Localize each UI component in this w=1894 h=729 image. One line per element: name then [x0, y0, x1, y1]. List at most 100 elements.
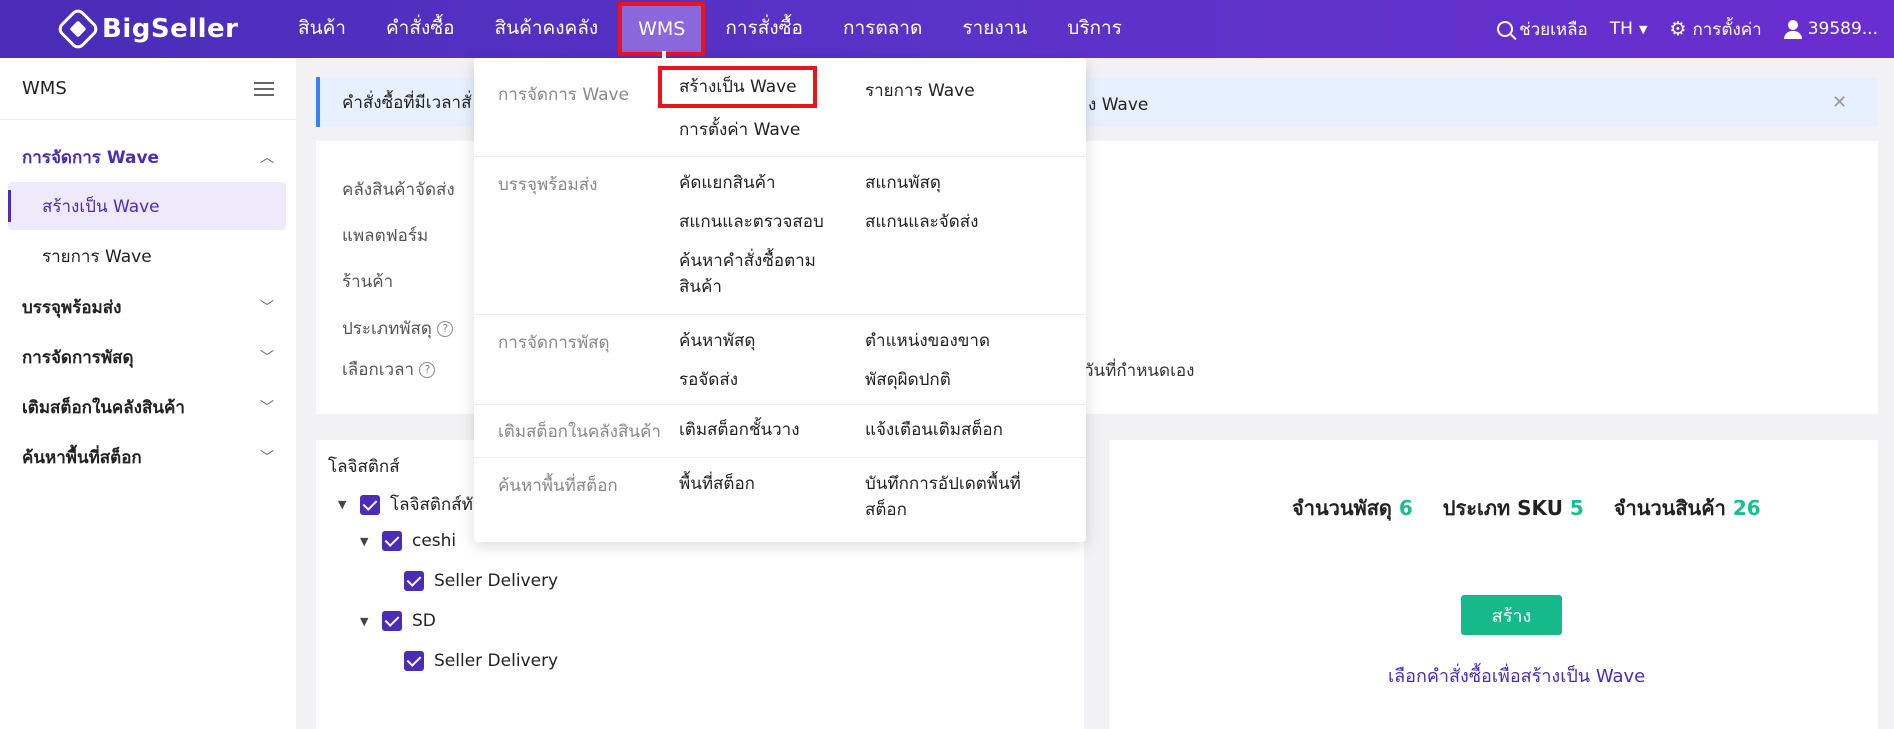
- create-hint-link[interactable]: เลือกคำสั่งซื้อเพื่อสร้างเป็น Wave: [1388, 661, 1645, 690]
- caret-down-icon[interactable]: ▼: [360, 615, 372, 628]
- summary-stats: จำนวนพัสดุ 6 ประเภท SKU 5 จำนวนสินค้า 26: [1292, 492, 1761, 524]
- settings-label: การตั้งค่า: [1692, 19, 1762, 40]
- nav-inventory[interactable]: สินค้าคงคลัง: [475, 0, 619, 58]
- dropdown-link-stock-area-log[interactable]: บันทึกการอัปเดตพื้นที่: [865, 471, 1021, 497]
- sidebar-group-replenish[interactable]: เติมสต็อกในคลังสินค้า ﹀: [0, 382, 296, 432]
- filter-warehouse-label: คลังสินค้าจัดส่ง: [342, 180, 455, 200]
- nav-products[interactable]: สินค้า: [278, 0, 366, 58]
- close-icon[interactable]: ✕: [1832, 92, 1847, 113]
- user-menu[interactable]: 39589...: [1783, 19, 1878, 39]
- dropdown-category: บรรจุพร้อมส่ง: [498, 175, 598, 195]
- user-name: 39589...: [1807, 19, 1878, 39]
- caret-down-icon[interactable]: ▼: [360, 535, 372, 548]
- help-icon[interactable]: ?: [437, 321, 454, 337]
- dropdown-link-create-wave[interactable]: สร้างเป็น Wave: [658, 66, 817, 108]
- dropdown-link-wave-settings[interactable]: การตั้งค่า Wave: [679, 117, 800, 143]
- dropdown-section-replenish: เติมสต็อกในคลังสินค้า เติมสต็อกชั้นวาง แ…: [474, 404, 1086, 457]
- sidebar-group-parcels[interactable]: การจัดการพัสดุ ﹀: [0, 332, 296, 382]
- help-icon[interactable]: ?: [419, 362, 436, 378]
- sidebar-group-label: เติมสต็อกในคลังสินค้า: [22, 397, 185, 418]
- filter-platform-label: แพลตฟอร์ม: [342, 226, 429, 246]
- create-button[interactable]: สร้าง: [1461, 595, 1562, 635]
- tree-node-service[interactable]: Seller Delivery: [404, 651, 558, 671]
- dropdown-link-abnormal-parcel[interactable]: พัสดุผิดปกติ: [865, 367, 951, 393]
- dropdown-link-scan-parcel[interactable]: สแกนพัสดุ: [865, 170, 941, 196]
- dropdown-link-missing-location[interactable]: ตำแหน่งของขาด: [865, 328, 990, 354]
- chevron-down-icon: ﹀: [260, 450, 274, 466]
- wms-dropdown-menu: การจัดการ Wave สร้างเป็น Wave รายการ Wav…: [474, 58, 1086, 542]
- tree-node-carrier[interactable]: ▼ ceshi: [360, 531, 456, 551]
- nav-marketing[interactable]: การตลาด: [823, 0, 942, 58]
- alert-text: คำสั่งซื้อที่มีเวลาสั่: [342, 92, 472, 113]
- stat-sku: ประเภท SKU 5: [1443, 492, 1584, 524]
- dropdown-link-wave-list[interactable]: รายการ Wave: [865, 78, 975, 104]
- filter-parcel-type: ประเภทพัสดุ ?: [342, 315, 454, 342]
- filter-shop-label: ร้านค้า: [342, 272, 394, 292]
- checkbox-checked[interactable]: [404, 571, 424, 591]
- settings-link[interactable]: ⚙ การตั้งค่า: [1669, 16, 1761, 43]
- tree-node-carrier[interactable]: ▼ SD: [360, 611, 436, 631]
- dropdown-link-stock-area[interactable]: พื้นที่สต็อก: [679, 471, 755, 497]
- checkbox-checked[interactable]: [382, 611, 402, 631]
- top-navbar: BigSeller สินค้า คำสั่งซื้อ สินค้าคงคลัง…: [0, 0, 1894, 59]
- dropdown-link-scan-ship[interactable]: สแกนและจัดส่ง: [865, 209, 978, 235]
- nav-services[interactable]: บริการ: [1047, 0, 1142, 58]
- dropdown-link-replenish-alert[interactable]: แจ้งเตือนเติมสต็อก: [865, 417, 1003, 443]
- checkbox-checked[interactable]: [404, 651, 424, 671]
- checkbox-checked[interactable]: [382, 531, 402, 551]
- stat-label: จำนวนพัสดุ: [1292, 496, 1392, 520]
- dropdown-link-search-order-cont[interactable]: สินค้า: [679, 274, 722, 300]
- brand-name: BigSeller: [102, 14, 239, 44]
- stat-qty: จำนวนสินค้า 26: [1614, 492, 1761, 524]
- nav-purchase[interactable]: การสั่งซื้อ: [705, 0, 823, 58]
- nav-orders[interactable]: คำสั่งซื้อ: [366, 0, 475, 58]
- dropdown-section-stock-area: ค้นหาพื้นที่สต็อก พื้นที่สต็อก บันทึกการ…: [474, 457, 1086, 542]
- dropdown-link-shelf-replenish[interactable]: เติมสต็อกชั้นวาง: [679, 417, 800, 443]
- dropdown-category: ค้นหาพื้นที่สต็อก: [498, 476, 618, 496]
- tree-node-label: ceshi: [412, 531, 457, 551]
- sidebar-title: WMS: [22, 78, 67, 99]
- sidebar-group-label: ค้นหาพื้นที่สต็อก: [22, 447, 142, 468]
- stat-label: ประเภท SKU: [1442, 496, 1563, 520]
- help-link[interactable]: ช่วยเหลือ: [1497, 16, 1588, 43]
- nav-wms[interactable]: WMS: [618, 2, 706, 59]
- user-icon: [1783, 20, 1802, 39]
- logistics-title: โลจิสติกส์: [328, 457, 400, 477]
- nav-reports[interactable]: รายงาน: [942, 0, 1047, 58]
- dropdown-section-wave: การจัดการ Wave สร้างเป็น Wave รายการ Wav…: [474, 58, 1086, 156]
- dropdown-link-pending-ship[interactable]: รอจัดส่ง: [679, 367, 738, 393]
- dropdown-link-stock-area-log-cont[interactable]: สต็อก: [865, 497, 907, 523]
- sidebar-group-stock-area[interactable]: ค้นหาพื้นที่สต็อก ﹀: [0, 432, 296, 482]
- sidebar-group-label: การจัดการพัสดุ: [22, 347, 134, 368]
- dropdown-category: การจัดการพัสดุ: [498, 333, 610, 353]
- tree-node-label: โลจิสติกส์ทั: [390, 495, 473, 515]
- dropdown-link-sort[interactable]: คัดแยกสินค้า: [679, 170, 776, 196]
- sidebar-item-create-wave[interactable]: สร้างเป็น Wave: [8, 182, 286, 230]
- collapse-sidebar-icon[interactable]: [254, 81, 274, 96]
- dropdown-category: เติมสต็อกในคลังสินค้า: [498, 422, 661, 442]
- sidebar-item-wave-list[interactable]: รายการ Wave: [8, 232, 286, 280]
- sidebar-group-wave[interactable]: การจัดการ Wave ︿: [0, 132, 296, 182]
- top-right-menu: ช่วยเหลือ TH ▼ ⚙ การตั้งค่า 39589...: [1497, 0, 1878, 58]
- chevron-down-icon: ﹀: [260, 300, 274, 316]
- dropdown-section-parcels: การจัดการพัสดุ ค้นหาพัสดุ ตำแหน่งของขาด …: [474, 314, 1086, 404]
- tree-node-service[interactable]: Seller Delivery: [404, 571, 558, 591]
- sidebar-group-packing[interactable]: บรรจุพร้อมส่ง ﹀: [0, 282, 296, 332]
- stat-value: 26: [1732, 496, 1761, 520]
- help-label: ช่วยเหลือ: [1519, 19, 1588, 40]
- dropdown-link-scan-check[interactable]: สแกนและตรวจสอบ: [679, 209, 824, 235]
- checkbox-checked[interactable]: [360, 494, 380, 515]
- dropdown-link-search-order[interactable]: ค้นหาคำสั่งซื้อตาม: [679, 248, 816, 274]
- caret-down-icon[interactable]: ▼: [338, 498, 350, 511]
- stat-value: 6: [1398, 496, 1413, 520]
- dropdown-link-search-parcel[interactable]: ค้นหาพัสดุ: [679, 328, 755, 354]
- sidebar-group-label: การจัดการ Wave: [22, 147, 160, 168]
- tree-node-label: SD: [412, 611, 436, 631]
- brand-logo[interactable]: BigSeller: [55, 6, 239, 52]
- language-label: TH: [1609, 19, 1633, 39]
- language-selector[interactable]: TH ▼: [1610, 19, 1648, 39]
- dropdown-category: การจัดการ Wave: [498, 85, 630, 105]
- custom-date-option[interactable]: วันที่กำหนดเอง: [1084, 357, 1194, 384]
- tree-node-root[interactable]: ▼ โลจิสติกส์ทั: [338, 491, 473, 518]
- sidebar: WMS การจัดการ Wave ︿ สร้างเป็น Wave รายก…: [0, 58, 296, 729]
